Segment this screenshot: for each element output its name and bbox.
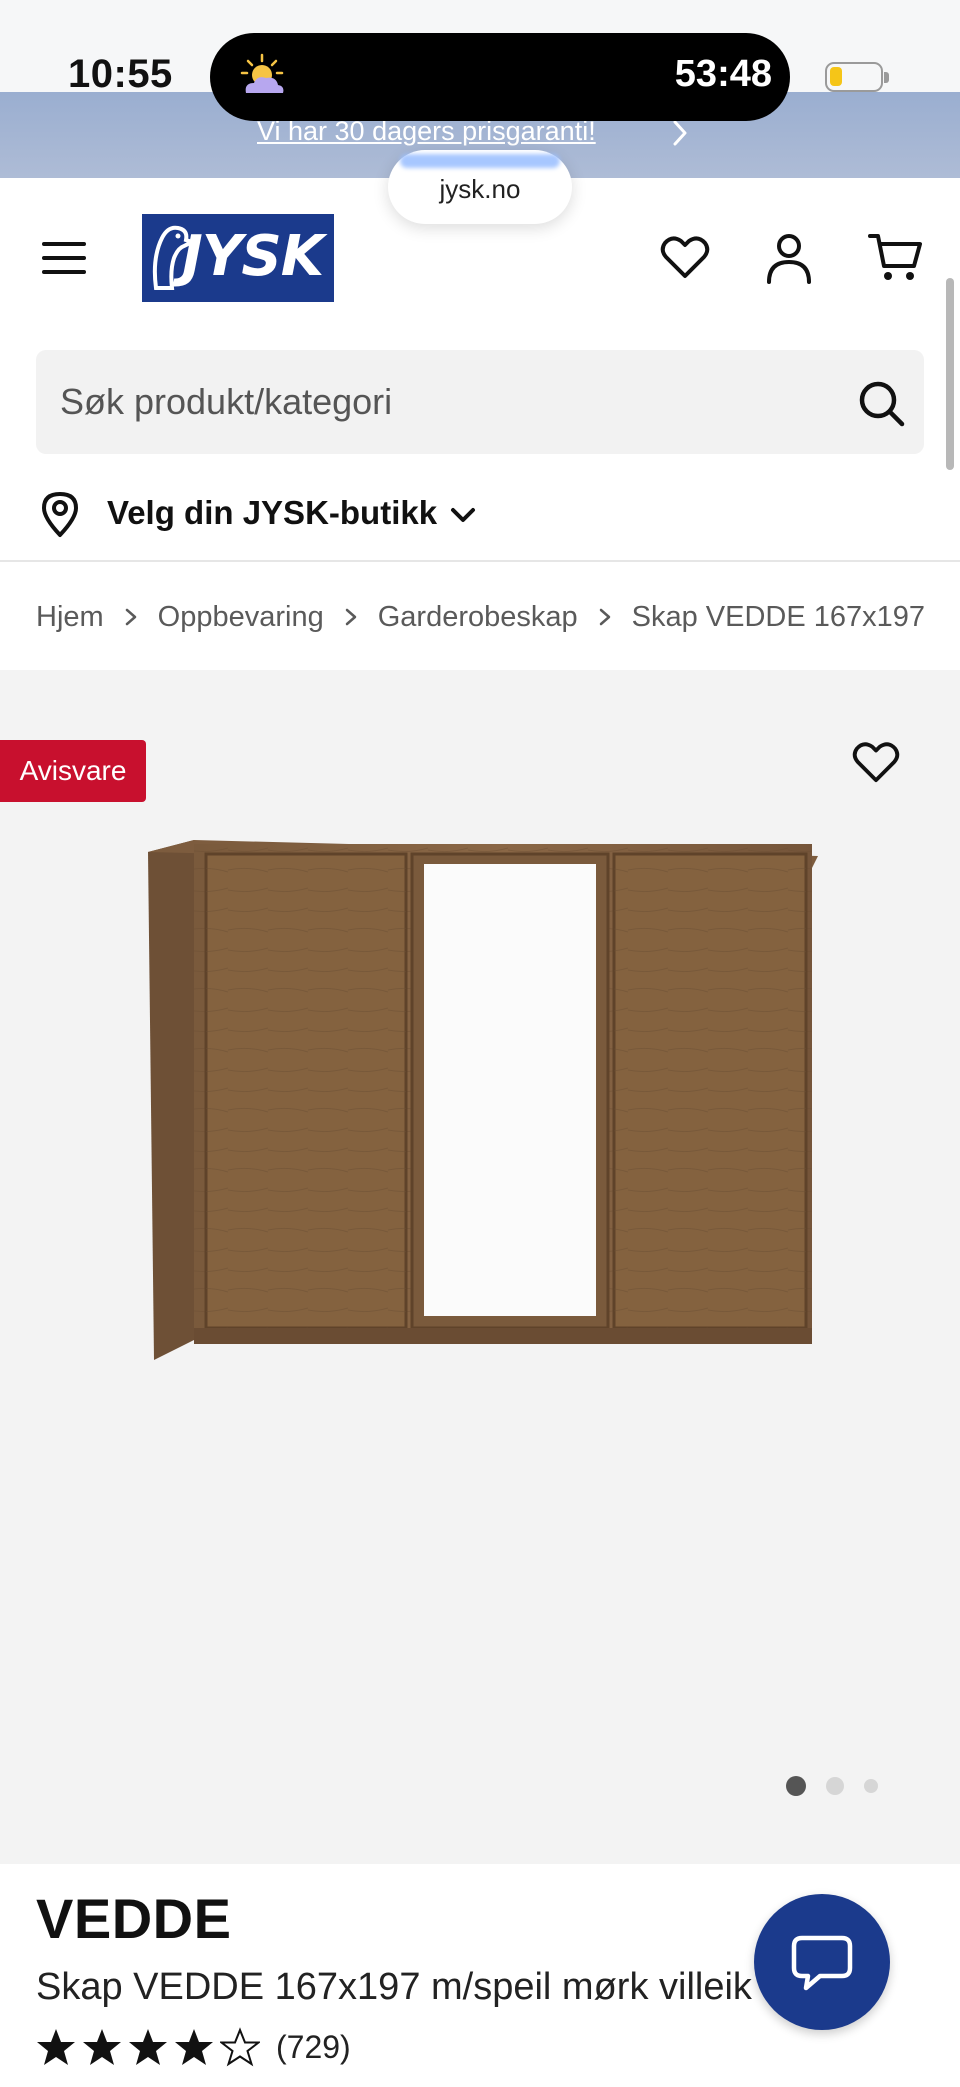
url-loading-glow — [400, 154, 560, 168]
battery-level — [830, 67, 842, 86]
breadcrumb: Hjem Oppbevaring Garderobeskap Skap VEDD… — [0, 564, 960, 670]
star-filled-icon — [129, 2029, 167, 2065]
star-filled-icon — [175, 2029, 213, 2065]
search-icon[interactable] — [858, 380, 906, 428]
search-input[interactable] — [60, 350, 820, 454]
url-text: jysk.no — [439, 174, 521, 204]
cart-icon[interactable] — [868, 232, 922, 284]
chevron-right-icon — [673, 120, 687, 146]
chat-button[interactable] — [754, 1894, 890, 2030]
battery-icon — [825, 62, 883, 92]
breadcrumb-item-hjem[interactable]: Hjem — [36, 601, 104, 634]
product-gallery[interactable]: Avisvare — [0, 670, 960, 1864]
review-count[interactable]: (729) — [276, 2029, 351, 2066]
product-name: Skap VEDDE 167x197 m/speil mørk villeik — [36, 1966, 752, 2008]
chat-bubble-icon — [791, 1935, 853, 1991]
carousel-dot-2[interactable] — [826, 1777, 844, 1795]
breadcrumb-item-oppbevaring[interactable]: Oppbevaring — [158, 601, 324, 634]
jysk-logo[interactable]: JYSK — [142, 214, 334, 302]
breadcrumb-item-current: Skap VEDDE 167x197 — [631, 600, 926, 633]
chevron-down-icon — [451, 508, 475, 522]
promo-badge: Avisvare — [0, 740, 146, 802]
store-label: Velg din JYSK-butikk — [107, 494, 438, 531]
battery-tip — [884, 72, 889, 83]
menu-icon[interactable] — [42, 240, 86, 276]
night-cloud-icon — [240, 53, 284, 93]
product-rating[interactable]: (729) — [36, 2024, 351, 2070]
product-brand: VEDDE — [36, 1887, 232, 1950]
dynamic-island[interactable]: 53:48 — [210, 33, 790, 121]
search-box — [36, 350, 924, 454]
url-bar[interactable]: jysk.no — [388, 150, 572, 224]
carousel-dot-1[interactable] — [786, 1776, 806, 1796]
chevron-right-icon — [324, 602, 378, 632]
heart-icon[interactable] — [660, 234, 710, 280]
star-filled-icon — [37, 2029, 75, 2065]
page-scrollbar[interactable] — [946, 278, 954, 470]
store-selector[interactable]: Velg din JYSK-butikk — [0, 470, 960, 562]
chevron-right-icon — [104, 602, 158, 632]
star-empty-icon — [220, 2027, 260, 2067]
timer-text: 53:48 — [674, 53, 772, 95]
chevron-right-icon — [578, 602, 632, 632]
status-time: 10:55 — [68, 52, 173, 96]
carousel-dot-3[interactable] — [864, 1779, 878, 1793]
breadcrumb-item-garderobeskap[interactable]: Garderobeskap — [378, 601, 578, 634]
location-pin-icon — [42, 492, 78, 537]
star-filled-icon — [83, 2029, 121, 2065]
favorite-heart-icon[interactable] — [852, 740, 900, 784]
carousel-dots[interactable] — [786, 1774, 878, 1798]
user-icon[interactable] — [765, 232, 813, 284]
logo-text: JYSK — [182, 224, 324, 289]
wardrobe-product-image — [148, 840, 818, 1360]
